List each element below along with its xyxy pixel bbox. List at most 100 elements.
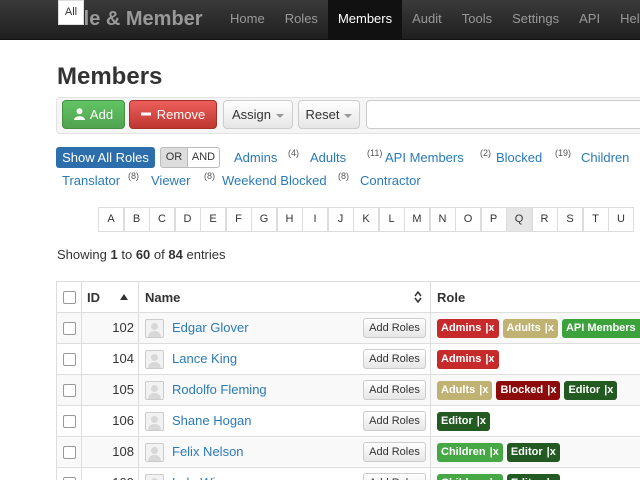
remove-role-mark[interactable]: x xyxy=(550,384,556,396)
select-all-checkbox[interactable] xyxy=(63,291,76,304)
member-name-link[interactable]: Felix Nelson xyxy=(172,437,244,467)
role-filter-children[interactable]: Children xyxy=(581,150,629,165)
add-roles-button[interactable]: Add Roles xyxy=(363,473,426,480)
main-nav: Home Roles Members Audit Tools Settings API Hel… xyxy=(220,0,640,39)
reset-dropdown-button[interactable]: Reset xyxy=(298,100,360,129)
alpha-button-u[interactable]: U xyxy=(608,207,634,232)
alpha-button-p[interactable]: P xyxy=(480,207,507,232)
role-badge[interactable]: Blocked |x xyxy=(496,381,561,400)
role-badges: Adults |x Blocked |x Editor |x xyxy=(437,381,621,400)
role-filter-blocked[interactable]: Blocked xyxy=(496,150,542,165)
assign-button-label: Assign xyxy=(231,107,272,122)
member-name-link[interactable]: Shane Hogan xyxy=(172,406,252,436)
sort-asc-icon[interactable] xyxy=(120,294,128,300)
alpha-button-j[interactable]: J xyxy=(327,207,354,232)
role-badge[interactable]: Admins |x xyxy=(437,350,499,369)
row-checkbox[interactable] xyxy=(63,353,76,366)
show-all-roles-button[interactable]: Show All Roles xyxy=(56,147,155,168)
name-column-header[interactable]: Name xyxy=(145,282,180,313)
alpha-button-o[interactable]: O xyxy=(455,207,481,232)
alpha-button-d[interactable]: D xyxy=(174,207,201,232)
member-name-link[interactable]: Lula Wise xyxy=(172,468,229,480)
nav-item-members[interactable]: Members xyxy=(327,0,403,39)
remove-role-mark[interactable]: x xyxy=(548,322,554,334)
role-badge[interactable]: Editor|x xyxy=(564,381,618,400)
nav-item-settings[interactable]: Settings xyxy=(502,0,569,39)
alpha-button-a[interactable]: A xyxy=(98,207,124,232)
role-filter-adults[interactable]: Adults xyxy=(310,150,346,165)
add-roles-button[interactable]: Add Roles xyxy=(363,411,426,431)
role-badge[interactable]: Editor|x xyxy=(506,474,560,480)
nav-item-help[interactable]: Help xyxy=(610,0,640,39)
role-filter-admins[interactable]: Admins xyxy=(234,150,277,165)
remove-role-mark[interactable]: x xyxy=(550,446,556,458)
role-count: (19) xyxy=(555,148,572,158)
role-badge[interactable]: Admins |x xyxy=(437,319,499,338)
alpha-button-q[interactable]: Q xyxy=(506,207,532,232)
role-badge[interactable]: API Members|x xyxy=(561,319,640,338)
alpha-button-g[interactable]: G xyxy=(251,207,277,232)
alpha-button-r[interactable]: R xyxy=(531,207,558,232)
role-badge[interactable]: Children|x xyxy=(437,443,503,462)
remove-button[interactable]: Remove xyxy=(129,100,217,129)
sort-both-icon[interactable] xyxy=(414,291,422,303)
remove-role-mark[interactable]: x xyxy=(493,446,499,458)
member-name-link[interactable]: Edgar Glover xyxy=(172,313,249,343)
reset-button-label: Reset xyxy=(305,107,340,122)
alpha-button-k[interactable]: K xyxy=(353,207,379,232)
role-badge[interactable]: Adults |x xyxy=(502,319,558,338)
remove-role-mark[interactable]: x xyxy=(607,384,613,396)
minus-icon xyxy=(140,112,151,116)
member-name-link[interactable]: Rodolfo Fleming xyxy=(172,375,267,405)
role-filter-api-members[interactable]: API Members xyxy=(385,150,464,165)
alpha-button-m[interactable]: M xyxy=(404,207,430,232)
alpha-button-s[interactable]: S xyxy=(557,207,583,232)
row-checkbox[interactable] xyxy=(63,322,76,335)
member-id: 106 xyxy=(112,413,134,428)
alpha-button-i[interactable]: I xyxy=(302,207,328,232)
role-filter-viewer[interactable]: Viewer xyxy=(151,173,191,188)
remove-role-mark[interactable]: x xyxy=(480,415,486,427)
remove-role-mark[interactable]: x xyxy=(488,322,494,334)
nav-item-tools[interactable]: Tools xyxy=(452,0,502,39)
role-badge[interactable]: Children|x xyxy=(437,474,503,480)
alpha-button-b[interactable]: B xyxy=(123,207,150,232)
id-column-header[interactable]: ID xyxy=(87,282,100,313)
member-name-link[interactable]: Lance King xyxy=(172,344,237,374)
alpha-button-e[interactable]: E xyxy=(200,207,226,232)
alpha-button-h[interactable]: H xyxy=(276,207,303,232)
add-roles-button[interactable]: Add Roles xyxy=(363,318,426,338)
alpha-all-button[interactable]: All xyxy=(58,0,84,25)
row-checkbox[interactable] xyxy=(63,415,76,428)
role-filter-weekend-blocked[interactable]: Weekend Blocked xyxy=(222,173,327,188)
avatar xyxy=(145,412,164,431)
add-button[interactable]: Add xyxy=(62,100,125,129)
remove-role-mark[interactable]: x xyxy=(482,384,488,396)
search-input[interactable] xyxy=(366,100,640,129)
nav-item-audit[interactable]: Audit xyxy=(402,0,452,39)
table-row: 102 Edgar Glover Add Roles Admins |x Adults |x… xyxy=(57,313,640,344)
assign-dropdown-button[interactable]: Assign xyxy=(223,100,293,129)
role-badge[interactable]: Editor|x xyxy=(437,412,490,431)
row-checkbox[interactable] xyxy=(63,384,76,397)
add-roles-button[interactable]: Add Roles xyxy=(363,380,426,400)
role-column-header[interactable]: Role xyxy=(437,282,465,313)
nav-item-api[interactable]: API xyxy=(569,0,610,39)
alpha-button-c[interactable]: C xyxy=(149,207,175,232)
and-toggle[interactable]: AND xyxy=(187,147,220,168)
role-badge[interactable]: Adults |x xyxy=(437,381,493,400)
alpha-button-t[interactable]: T xyxy=(582,207,609,232)
role-filter-translator[interactable]: Translator xyxy=(62,173,120,188)
alpha-button-n[interactable]: N xyxy=(429,207,456,232)
nav-item-home[interactable]: Home xyxy=(220,0,275,39)
add-roles-button[interactable]: Add Roles xyxy=(363,349,426,369)
alpha-button-l[interactable]: L xyxy=(378,207,405,232)
nav-item-roles[interactable]: Roles xyxy=(275,0,328,39)
role-badge[interactable]: Editor|x xyxy=(506,443,560,462)
remove-role-mark[interactable]: x xyxy=(488,353,494,365)
alpha-button-f[interactable]: F xyxy=(225,207,252,232)
or-toggle[interactable]: OR xyxy=(160,147,188,168)
row-checkbox[interactable] xyxy=(63,446,76,459)
add-roles-button[interactable]: Add Roles xyxy=(363,442,426,462)
role-filter-contractor[interactable]: Contractor xyxy=(360,173,421,188)
